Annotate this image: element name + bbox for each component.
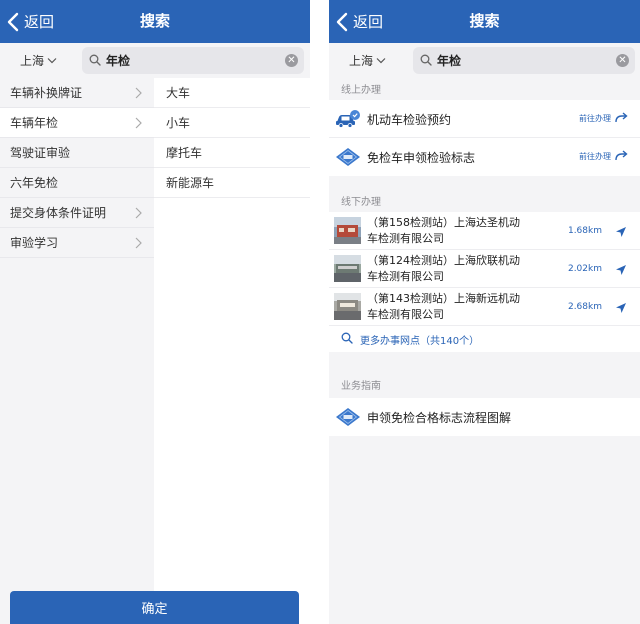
category-label: 六年免检 bbox=[10, 176, 59, 190]
station-name: （第158检测站）上海达圣机动 车检测有限公司 bbox=[367, 215, 557, 247]
search-input[interactable] bbox=[437, 50, 587, 71]
city-selector[interactable]: 上海 bbox=[0, 43, 57, 77]
search-box[interactable]: ✕ bbox=[82, 47, 304, 74]
right-screen: 返回 搜索 上海 ✕ 线上办理 bbox=[329, 0, 640, 624]
category-item[interactable]: 六年免检 bbox=[0, 168, 154, 198]
go-link[interactable]: 前往办理 bbox=[579, 112, 628, 125]
subcategory-panel: 大车 小车 摩托车 新能源车 bbox=[154, 78, 310, 624]
search-bar: 上海 ✕ bbox=[0, 43, 310, 77]
subcategory-item[interactable]: 新能源车 bbox=[154, 168, 310, 198]
online-card: 机动车检验预约 前往办理 免检车申领检验标志 前往办理 bbox=[329, 100, 640, 176]
back-button[interactable]: 返回 bbox=[7, 0, 54, 43]
search-box[interactable]: ✕ bbox=[413, 47, 635, 74]
station-photo bbox=[334, 217, 361, 244]
back-label: 返回 bbox=[353, 13, 384, 31]
category-label: 审验学习 bbox=[10, 236, 59, 250]
station-photo bbox=[334, 255, 361, 282]
chevron-right-icon bbox=[135, 87, 142, 102]
chevron-right-icon bbox=[135, 207, 142, 222]
service-label: 免检车申领检验标志 bbox=[367, 151, 476, 165]
share-arrow-icon bbox=[611, 112, 628, 125]
category-item[interactable]: 车辆补换牌证 bbox=[0, 78, 154, 108]
more-label: 更多办事网点（共140个） bbox=[360, 335, 480, 347]
offline-card: （第158检测站）上海达圣机动 车检测有限公司 1.68km （第124检测站）… bbox=[329, 212, 640, 352]
navigate-icon[interactable] bbox=[615, 223, 627, 242]
car-badge-icon bbox=[335, 109, 361, 129]
category-list: 车辆补换牌证 车辆年检 驾驶证审验 六年免检 提交身体条件证明 审验学习 bbox=[0, 78, 154, 258]
nav-bar: 返回 搜索 bbox=[329, 0, 640, 43]
left-screen: 返回 搜索 上海 ✕ 车辆补换牌证 车辆年检 驾驶证审验 bbox=[0, 0, 310, 624]
category-item[interactable]: 驾驶证审验 bbox=[0, 138, 154, 168]
online-service-item[interactable]: 机动车检验预约 前往办理 bbox=[329, 100, 640, 138]
online-service-item[interactable]: 免检车申领检验标志 前往办理 bbox=[329, 138, 640, 176]
search-input[interactable] bbox=[106, 50, 256, 71]
distance: 2.02km bbox=[567, 264, 602, 274]
go-link[interactable]: 前往办理 bbox=[579, 150, 628, 163]
more-stations-link[interactable]: 更多办事网点（共140个） bbox=[329, 326, 640, 352]
city-label: 上海 bbox=[349, 53, 374, 68]
dropdown-chevron-icon bbox=[44, 53, 57, 67]
station-item[interactable]: （第143检测站）上海新远机动 车检测有限公司 2.68km bbox=[329, 288, 640, 326]
station-name-line1: （第124检测站）上海欣联机动 bbox=[367, 254, 520, 267]
station-name-line2: 车检测有限公司 bbox=[367, 270, 444, 283]
distance: 2.68km bbox=[567, 302, 602, 312]
subcategory-item[interactable]: 摩托车 bbox=[154, 138, 310, 168]
guide-section-header: 业务指南 bbox=[341, 380, 381, 392]
offline-section-header: 线下办理 bbox=[341, 196, 381, 208]
station-name-line1: （第158检测站）上海达圣机动 bbox=[367, 216, 520, 229]
share-arrow-icon bbox=[611, 150, 628, 163]
go-label: 前往办理 bbox=[579, 152, 611, 161]
category-item[interactable]: 提交身体条件证明 bbox=[0, 198, 154, 228]
nav-bar: 返回 搜索 bbox=[0, 0, 310, 43]
city-selector[interactable]: 上海 bbox=[329, 43, 386, 77]
station-name-line1: （第143检测站）上海新远机动 bbox=[367, 292, 520, 305]
station-name-line2: 车检测有限公司 bbox=[367, 308, 444, 321]
city-label: 上海 bbox=[20, 53, 45, 68]
distance: 1.68km bbox=[567, 226, 602, 236]
station-name-line2: 车检测有限公司 bbox=[367, 232, 444, 245]
search-icon bbox=[89, 51, 101, 70]
go-label: 前往办理 bbox=[579, 114, 611, 123]
clear-icon[interactable]: ✕ bbox=[285, 54, 298, 67]
navigate-icon[interactable] bbox=[615, 261, 627, 280]
station-name: （第143检测站）上海新远机动 车检测有限公司 bbox=[367, 291, 557, 323]
search-bar: 上海 ✕ bbox=[329, 43, 640, 77]
station-item[interactable]: （第124检测站）上海欣联机动 车检测有限公司 2.02km bbox=[329, 250, 640, 288]
online-section-header: 线上办理 bbox=[341, 84, 381, 96]
search-icon bbox=[420, 51, 432, 70]
navigate-icon[interactable] bbox=[615, 299, 627, 318]
exempt-badge-icon bbox=[335, 407, 361, 427]
station-item[interactable]: （第158检测站）上海达圣机动 车检测有限公司 1.68km bbox=[329, 212, 640, 250]
guide-card: 申领免检合格标志流程图解 bbox=[329, 398, 640, 436]
category-label: 驾驶证审验 bbox=[10, 146, 71, 160]
guide-label: 申领免检合格标志流程图解 bbox=[367, 411, 512, 425]
category-item[interactable]: 审验学习 bbox=[0, 228, 154, 258]
confirm-button[interactable]: 确定 bbox=[10, 591, 299, 624]
back-chevron-icon bbox=[336, 12, 348, 32]
clear-icon[interactable]: ✕ bbox=[616, 54, 629, 67]
exempt-badge-icon bbox=[335, 147, 361, 167]
subcategory-item[interactable]: 大车 bbox=[154, 78, 310, 108]
search-icon bbox=[341, 332, 360, 347]
back-chevron-icon bbox=[7, 12, 19, 32]
service-label: 机动车检验预约 bbox=[367, 113, 452, 127]
station-photo bbox=[334, 293, 361, 320]
guide-item[interactable]: 申领免检合格标志流程图解 bbox=[329, 398, 640, 436]
back-button[interactable]: 返回 bbox=[336, 0, 383, 43]
category-label: 提交身体条件证明 bbox=[10, 206, 107, 220]
chevron-right-icon bbox=[135, 237, 142, 252]
dropdown-chevron-icon bbox=[373, 53, 386, 67]
category-label: 车辆补换牌证 bbox=[10, 86, 83, 100]
station-name: （第124检测站）上海欣联机动 车检测有限公司 bbox=[367, 253, 557, 285]
subcategory-item[interactable]: 小车 bbox=[154, 108, 310, 138]
back-label: 返回 bbox=[24, 13, 55, 31]
category-label: 车辆年检 bbox=[10, 116, 59, 130]
category-item-selected[interactable]: 车辆年检 bbox=[0, 108, 154, 138]
chevron-right-icon bbox=[135, 117, 142, 132]
